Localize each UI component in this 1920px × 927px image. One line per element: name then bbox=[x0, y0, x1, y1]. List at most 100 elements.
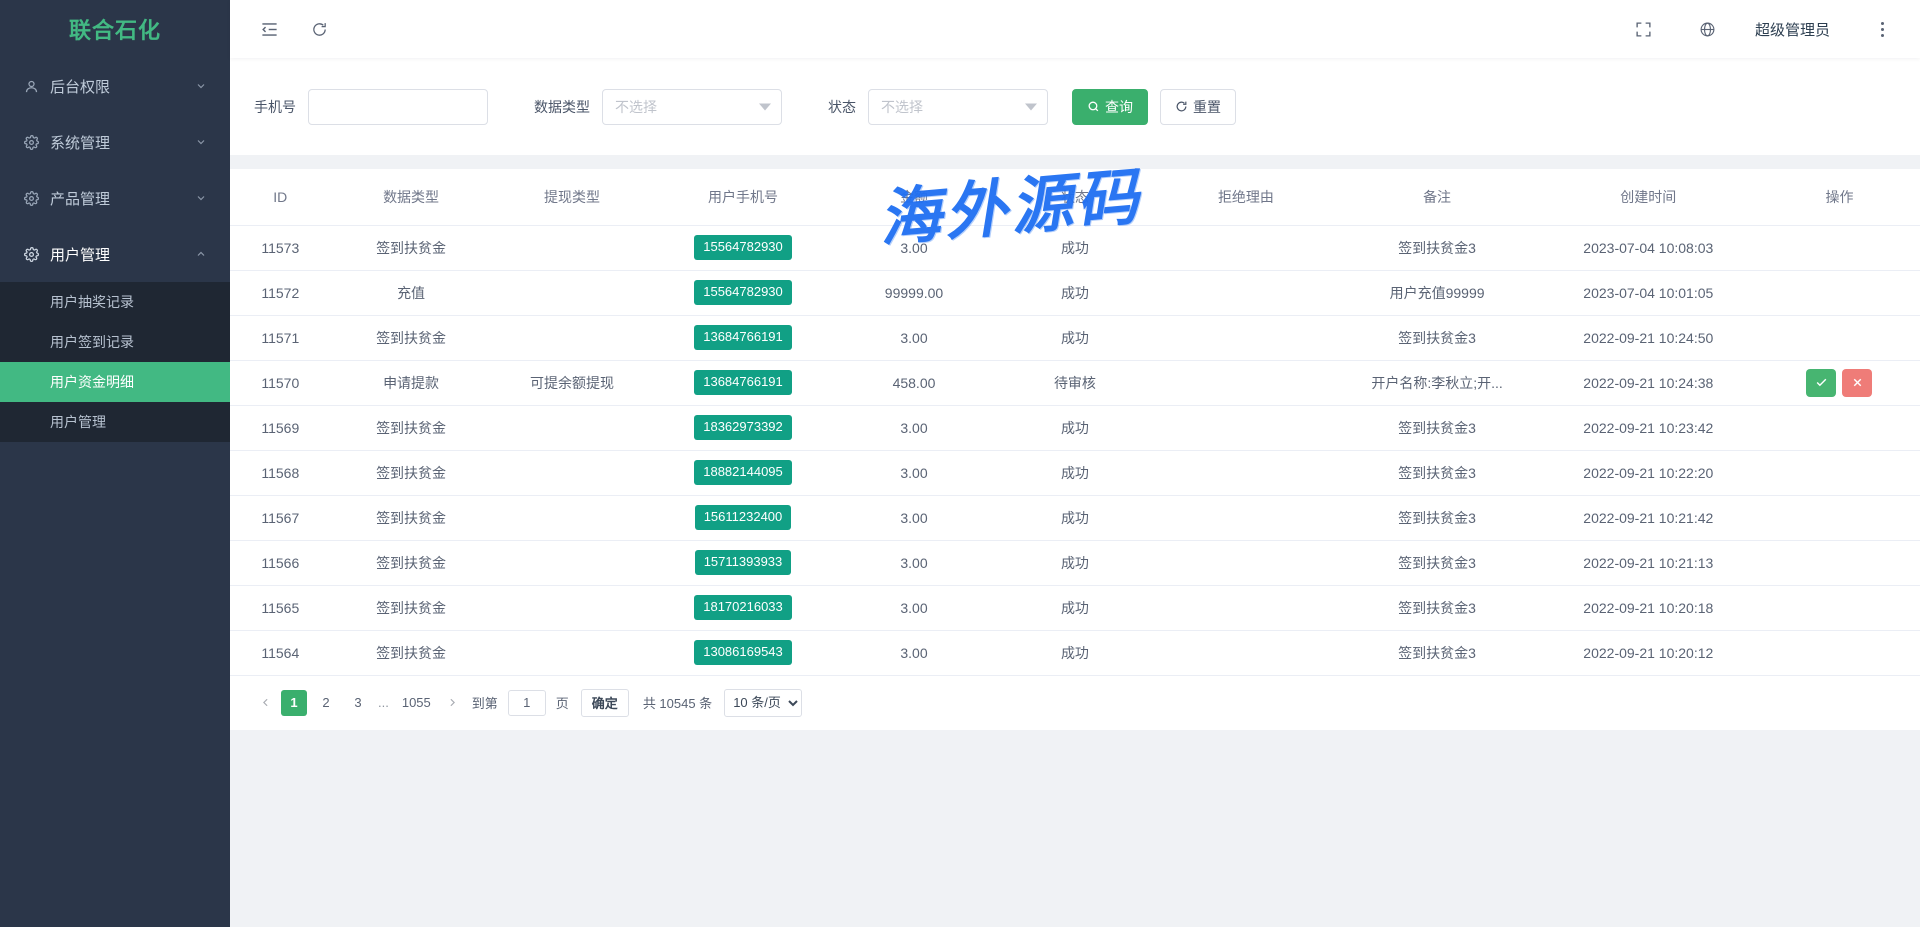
chevron-down-icon bbox=[194, 79, 208, 93]
phone-badge: 15611232400 bbox=[695, 505, 792, 529]
sidebar-item-label: 后台权限 bbox=[50, 76, 194, 97]
sidebar-subitem-fund-details[interactable]: 用户资金明细 bbox=[0, 362, 230, 402]
search-button-label: 查询 bbox=[1105, 97, 1133, 117]
search-input-phone[interactable] bbox=[308, 89, 488, 125]
search-button[interactable]: 查询 bbox=[1072, 89, 1148, 125]
confirm-page-button[interactable]: 确定 bbox=[581, 689, 629, 717]
filter-phone-label: 手机号 bbox=[254, 97, 296, 117]
cell-id: 11570 bbox=[230, 360, 331, 405]
cell-withdraw-type: 可提余额提现 bbox=[492, 360, 653, 405]
page-size-select[interactable]: 10 条/页 bbox=[724, 689, 802, 717]
table-row: 11572充值1556478293099999.00成功用户充值99999202… bbox=[230, 270, 1920, 315]
pagination: 1 2 3 ... 1055 到第 页 确定 共 10545 条 10 条/页 bbox=[230, 676, 1920, 730]
select-data-type[interactable]: 不选择 bbox=[602, 89, 782, 125]
refresh-icon bbox=[1175, 100, 1188, 113]
table-row: 11569签到扶贫金183629733923.00成功签到扶贫金32022-09… bbox=[230, 405, 1920, 450]
cell-status: 成功 bbox=[994, 450, 1155, 495]
cell-withdraw-type bbox=[492, 495, 653, 540]
page-number-1[interactable]: 1 bbox=[281, 690, 307, 716]
sidebar-subitem-lottery-records[interactable]: 用户抽奖记录 bbox=[0, 282, 230, 322]
goto-label: 到第 bbox=[472, 693, 498, 712]
cell-operation bbox=[1759, 360, 1920, 405]
column-header-withdraw-type: 提现类型 bbox=[492, 169, 653, 225]
cell-remark: 签到扶贫金3 bbox=[1336, 405, 1537, 450]
cell-created: 2023-07-04 10:08:03 bbox=[1538, 225, 1759, 270]
cell-status: 成功 bbox=[994, 315, 1155, 360]
cell-operation bbox=[1759, 540, 1920, 585]
sidebar-subitem-label: 用户签到记录 bbox=[50, 332, 134, 352]
column-header-id: ID bbox=[230, 169, 331, 225]
cell-operation bbox=[1759, 495, 1920, 540]
phone-badge: 18882144095 bbox=[694, 460, 792, 484]
reset-button[interactable]: 重置 bbox=[1160, 89, 1236, 125]
page-number-2[interactable]: 2 bbox=[313, 690, 339, 716]
filter-bar: 手机号 数据类型 不选择 状态 不选择 bbox=[230, 58, 1920, 155]
cell-remark: 开户名称:李秋立;开... bbox=[1336, 360, 1537, 405]
select-status[interactable]: 不选择 bbox=[868, 89, 1048, 125]
more-vertical-icon[interactable] bbox=[1872, 12, 1892, 46]
sidebar-item-product-management[interactable]: 产品管理 bbox=[0, 170, 230, 226]
cell-phone: 15564782930 bbox=[652, 270, 833, 315]
cell-id: 11572 bbox=[230, 270, 331, 315]
sidebar-item-label: 产品管理 bbox=[50, 188, 194, 209]
refresh-icon[interactable] bbox=[302, 12, 336, 46]
cell-amount: 3.00 bbox=[834, 495, 995, 540]
cell-created: 2022-09-21 10:20:12 bbox=[1538, 630, 1759, 675]
cell-remark: 签到扶贫金3 bbox=[1336, 540, 1537, 585]
total-count-label: 共 10545 条 bbox=[643, 693, 712, 712]
sidebar-subitem-checkin-records[interactable]: 用户签到记录 bbox=[0, 322, 230, 362]
cell-reject-reason bbox=[1155, 360, 1336, 405]
page-number-last[interactable]: 1055 bbox=[396, 690, 437, 716]
cell-created: 2022-09-21 10:22:20 bbox=[1538, 450, 1759, 495]
cell-amount: 3.00 bbox=[834, 630, 995, 675]
column-header-phone: 用户手机号 bbox=[652, 169, 833, 225]
approve-button[interactable] bbox=[1806, 369, 1836, 397]
phone-badge: 18362973392 bbox=[694, 415, 792, 439]
cell-status: 待审核 bbox=[994, 360, 1155, 405]
sidebar-subitem-user-management[interactable]: 用户管理 bbox=[0, 402, 230, 442]
select-status-value: 不选择 bbox=[881, 97, 923, 117]
sidebar-item-user-management[interactable]: 用户管理 bbox=[0, 226, 230, 282]
table-row: 11571签到扶贫金136847661913.00成功签到扶贫金32022-09… bbox=[230, 315, 1920, 360]
cell-data-type: 签到扶贫金 bbox=[331, 405, 492, 450]
menu-collapse-icon[interactable] bbox=[252, 12, 286, 46]
page-number-3[interactable]: 3 bbox=[345, 690, 371, 716]
fund-details-table: ID 数据类型 提现类型 用户手机号 金额 状态 拒绝理由 备注 创建时间 操作 bbox=[230, 169, 1920, 676]
reset-button-label: 重置 bbox=[1193, 97, 1221, 117]
cell-status: 成功 bbox=[994, 495, 1155, 540]
cell-withdraw-type bbox=[492, 270, 653, 315]
cell-reject-reason bbox=[1155, 225, 1336, 270]
chevron-left-icon[interactable] bbox=[252, 689, 278, 717]
cell-withdraw-type bbox=[492, 315, 653, 360]
cell-phone: 18362973392 bbox=[652, 405, 833, 450]
goto-page-input[interactable] bbox=[508, 690, 546, 716]
remark-text: 签到扶贫金3 bbox=[1336, 508, 1537, 528]
cell-status: 成功 bbox=[994, 225, 1155, 270]
reject-button[interactable] bbox=[1842, 369, 1872, 397]
user-icon bbox=[20, 79, 42, 94]
cell-phone: 13086169543 bbox=[652, 630, 833, 675]
search-icon bbox=[1087, 100, 1100, 113]
cell-operation bbox=[1759, 315, 1920, 360]
cell-withdraw-type bbox=[492, 630, 653, 675]
sidebar-subitem-label: 用户资金明细 bbox=[50, 372, 134, 392]
table-row: 11565签到扶贫金181702160333.00成功签到扶贫金32022-09… bbox=[230, 585, 1920, 630]
sidebar-item-backend-permissions[interactable]: 后台权限 bbox=[0, 58, 230, 114]
remark-text: 签到扶贫金3 bbox=[1336, 238, 1537, 258]
cell-status: 成功 bbox=[994, 270, 1155, 315]
fullscreen-icon[interactable] bbox=[1627, 12, 1661, 46]
filter-status-label: 状态 bbox=[828, 97, 856, 117]
cell-reject-reason bbox=[1155, 450, 1336, 495]
table-row: 11564签到扶贫金130861695433.00成功签到扶贫金32022-09… bbox=[230, 630, 1920, 675]
cell-withdraw-type bbox=[492, 585, 653, 630]
cell-id: 11573 bbox=[230, 225, 331, 270]
filter-data-type-label: 数据类型 bbox=[534, 97, 590, 117]
globe-icon[interactable] bbox=[1691, 12, 1725, 46]
sidebar-item-system-management[interactable]: 系统管理 bbox=[0, 114, 230, 170]
user-name[interactable]: 超级管理员 bbox=[1755, 19, 1830, 40]
brand-title: 联合石化 bbox=[0, 0, 230, 58]
cell-amount: 3.00 bbox=[834, 540, 995, 585]
chevron-up-icon bbox=[194, 247, 208, 261]
chevron-right-icon[interactable] bbox=[440, 689, 466, 717]
cell-amount: 3.00 bbox=[834, 315, 995, 360]
